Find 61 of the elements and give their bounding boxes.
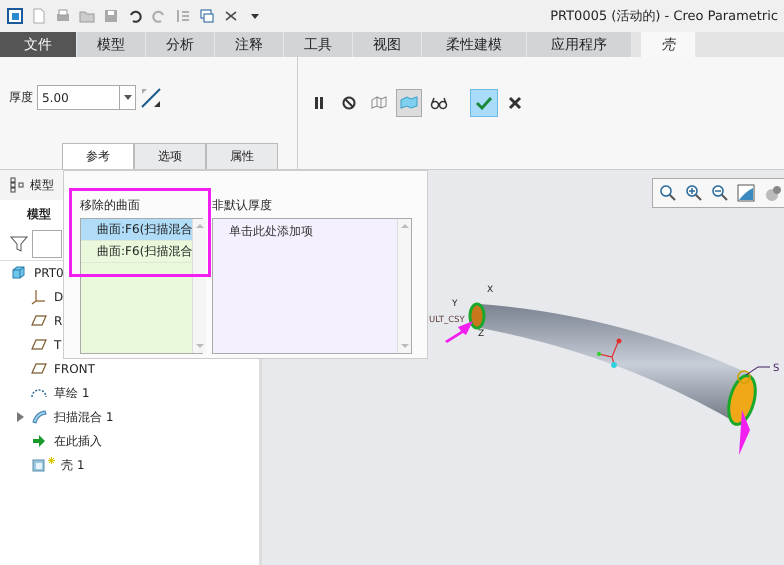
zoom-in-icon[interactable] [685, 184, 703, 202]
sketch-icon [30, 388, 48, 398]
tree-item[interactable]: T [0, 333, 62, 357]
thickness-combobox[interactable]: 5.00 [37, 85, 136, 110]
tree-item[interactable]: 草绘 1 [0, 381, 90, 405]
tree-item[interactable]: 壳 1 [0, 453, 84, 477]
insert-arrow-icon [30, 432, 48, 450]
ribbon-tab[interactable]: 应用程序 [527, 32, 632, 57]
ribbon-tab[interactable]: 注释 [215, 32, 284, 57]
axis-label: Z [478, 329, 484, 339]
ribbon-tab[interactable]: 文件 [0, 32, 77, 57]
list-hint: 单击此处添加项 [228, 223, 314, 240]
filter-icon[interactable] [10, 235, 28, 253]
shading-icon[interactable] [763, 184, 781, 202]
coordinate-axes-icon [30, 288, 48, 306]
tree-item[interactable]: FRONT [0, 357, 95, 381]
tree-item[interactable]: PRT0 [0, 261, 64, 285]
axis-label: X [487, 285, 494, 295]
ribbon-tab[interactable]: 模型 [77, 32, 146, 57]
panel-tab[interactable]: 选项 [134, 143, 206, 169]
ribbon-tab[interactable]: 柔性建模 [422, 32, 527, 57]
csys-label: ULT_CSY [429, 315, 465, 325]
expand-arrow-icon[interactable] [16, 412, 24, 422]
flip-direction-icon[interactable] [140, 86, 162, 108]
list-item[interactable]: 曲面:F6(扫描混合 [81, 219, 192, 241]
panel-title: 模型 [30, 176, 54, 194]
check-button[interactable] [470, 89, 498, 117]
ribbon-tab[interactable]: 壳 [641, 32, 696, 57]
tree-item[interactable]: 在此插入 [0, 429, 102, 453]
point-label: S [773, 363, 780, 374]
filter-field[interactable] [32, 230, 62, 258]
repaint-icon[interactable] [737, 184, 755, 202]
ribbon-tab[interactable]: 视图 [353, 32, 422, 57]
tube-end-face [468, 302, 486, 330]
dropdown-arrow-icon[interactable] [124, 95, 132, 100]
panel-tab[interactable]: 参考 [62, 143, 134, 169]
leader-line [746, 366, 770, 376]
panel-tab[interactable]: 属性 [206, 143, 278, 169]
zoom-fit-icon[interactable] [659, 184, 677, 202]
tree-item[interactable]: D [0, 285, 64, 309]
tree-icon [10, 177, 24, 193]
windows-icon[interactable] [198, 7, 216, 25]
app-icon[interactable] [6, 7, 24, 25]
selection-arrow [739, 410, 750, 455]
asterisk-icon [48, 457, 55, 464]
point-marker [737, 370, 751, 384]
thickness-label: 厚度 [9, 89, 33, 106]
list-label: 移除的曲面 [80, 197, 141, 214]
ribbon-tab[interactable]: 分析 [146, 32, 215, 57]
removed-surfaces-list[interactable]: 曲面:F6(扫描混合 曲面:F6(扫描混合 [80, 218, 203, 354]
list-label: 非默认厚度 [212, 197, 273, 214]
tree-title: 模型 [27, 206, 51, 222]
zoom-out-icon[interactable] [711, 184, 729, 202]
axis-label: Y [452, 299, 458, 309]
coordinate-axes-drawing [597, 338, 622, 368]
tree-item[interactable]: 扫描混合 1 [0, 405, 114, 429]
ribbon-tab[interactable]: 工具 [284, 32, 353, 57]
tree-item[interactable]: R [0, 309, 62, 333]
sweep-icon [30, 408, 48, 426]
tube-end-face [727, 374, 757, 426]
window-title: PRT0005 (活动的) - Creo Parametric [550, 8, 778, 25]
